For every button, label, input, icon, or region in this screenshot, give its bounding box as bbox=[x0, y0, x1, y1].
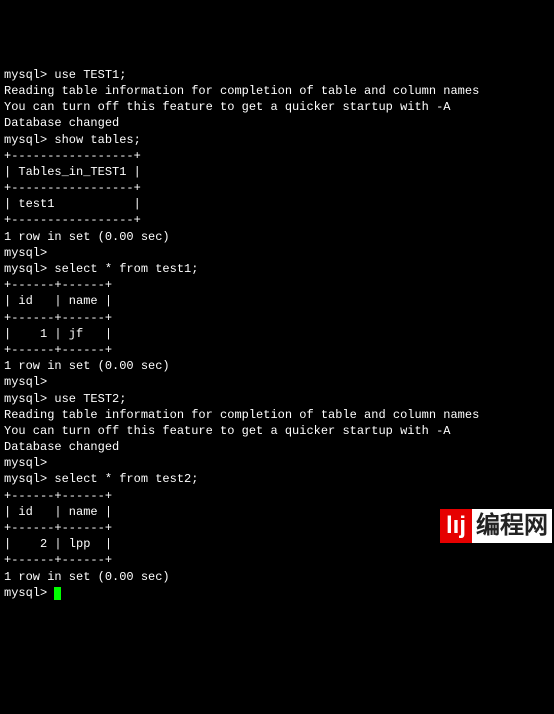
output-line: mysql> bbox=[4, 455, 550, 471]
output-line: 1 row in set (0.00 sec) bbox=[4, 358, 550, 374]
watermark-text: 编程网 bbox=[472, 509, 552, 543]
prompt-line[interactable]: mysql> bbox=[4, 585, 550, 601]
watermark: lıj 编程网 bbox=[440, 509, 552, 543]
output-line: Reading table information for completion… bbox=[4, 407, 550, 423]
output-line: Database changed bbox=[4, 115, 550, 131]
output-line: +------+------+ bbox=[4, 310, 550, 326]
output-line: 1 row in set (0.00 sec) bbox=[4, 229, 550, 245]
output-line: You can turn off this feature to get a q… bbox=[4, 423, 550, 439]
output-line: 1 row in set (0.00 sec) bbox=[4, 569, 550, 585]
output-line: mysql> select * from test2; bbox=[4, 471, 550, 487]
output-line: +-----------------+ bbox=[4, 212, 550, 228]
output-line: +-----------------+ bbox=[4, 148, 550, 164]
output-line: +-----------------+ bbox=[4, 180, 550, 196]
output-line: You can turn off this feature to get a q… bbox=[4, 99, 550, 115]
prompt-text: mysql> bbox=[4, 586, 54, 600]
output-line: mysql> select * from test1; bbox=[4, 261, 550, 277]
output-line: | Tables_in_TEST1 | bbox=[4, 164, 550, 180]
output-line: mysql> show tables; bbox=[4, 132, 550, 148]
output-line: +------+------+ bbox=[4, 552, 550, 568]
cursor-icon bbox=[54, 587, 61, 600]
output-line: mysql> bbox=[4, 245, 550, 261]
watermark-logo-icon: lıj bbox=[440, 509, 472, 543]
output-line: Reading table information for completion… bbox=[4, 83, 550, 99]
output-line: mysql> bbox=[4, 374, 550, 390]
output-line: | test1 | bbox=[4, 196, 550, 212]
output-line: +------+------+ bbox=[4, 488, 550, 504]
output-line: +------+------+ bbox=[4, 342, 550, 358]
output-line: | id | name | bbox=[4, 293, 550, 309]
output-line: +------+------+ bbox=[4, 277, 550, 293]
output-line: Database changed bbox=[4, 439, 550, 455]
output-line: | 1 | jf | bbox=[4, 326, 550, 342]
output-line: mysql> use TEST2; bbox=[4, 391, 550, 407]
output-line: mysql> use TEST1; bbox=[4, 67, 550, 83]
